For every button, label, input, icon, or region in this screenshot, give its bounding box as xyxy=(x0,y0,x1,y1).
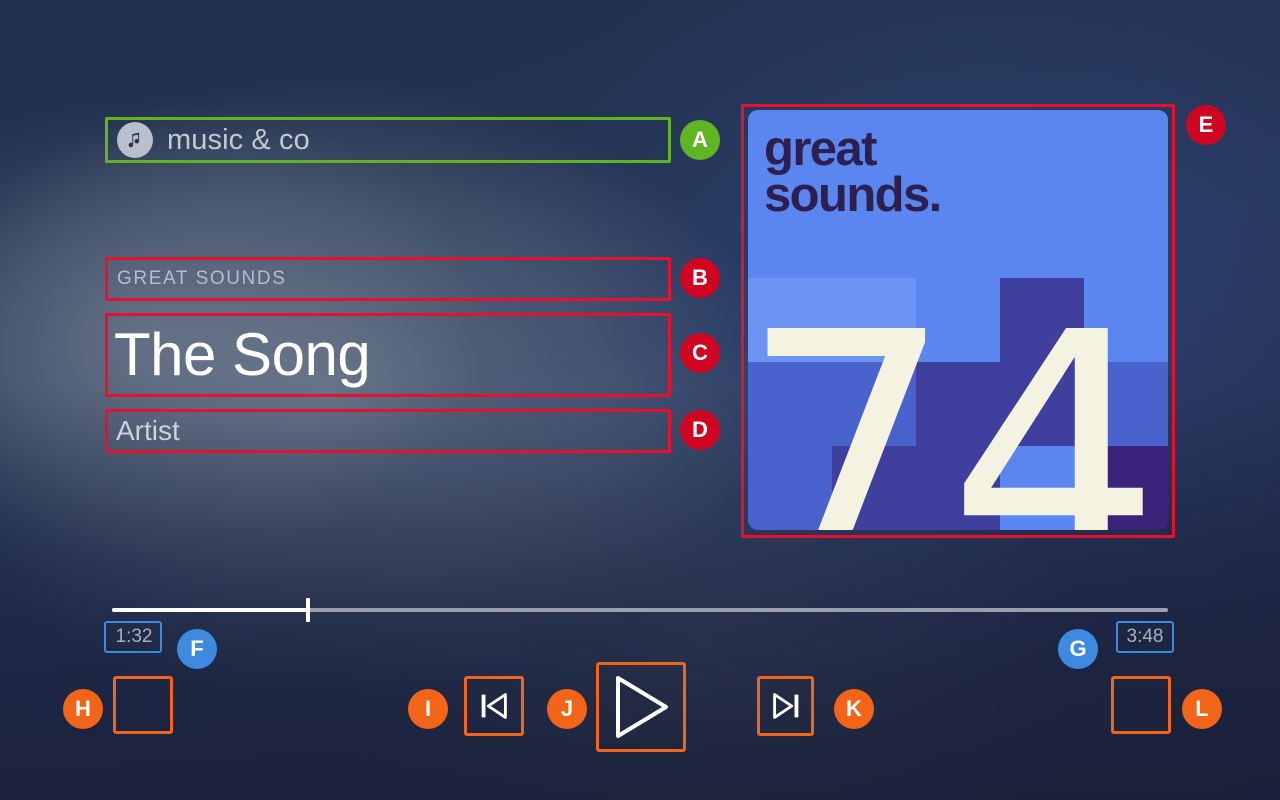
annotation-badge-b: B xyxy=(680,258,720,298)
annotation-badge-a: A xyxy=(680,120,720,160)
annotation-overlay: A BCD E F G H I J K L xyxy=(0,0,1280,800)
annotation-box-j xyxy=(596,662,686,752)
annotation-box-g xyxy=(1116,621,1174,653)
annotation-box-l xyxy=(1111,676,1171,734)
annotation-box-b xyxy=(105,257,671,301)
annotation-box-d xyxy=(105,409,671,453)
annotation-badge-f: F xyxy=(177,629,217,669)
annotation-badge-j: J xyxy=(547,689,587,729)
annotation-badge-d: D xyxy=(680,410,720,450)
annotation-box-h xyxy=(113,676,173,734)
annotation-badge-k: K xyxy=(834,689,874,729)
annotation-badge-e: E xyxy=(1186,105,1226,145)
annotation-badge-i: I xyxy=(408,689,448,729)
annotation-box-a xyxy=(105,117,671,163)
annotation-box-k xyxy=(757,676,814,736)
annotation-box-e xyxy=(741,104,1175,538)
annotation-badge-c: C xyxy=(680,333,720,373)
annotation-badge-l: L xyxy=(1182,689,1222,729)
annotation-badge-h: H xyxy=(63,689,103,729)
annotation-box-i xyxy=(464,676,524,736)
annotation-box-f xyxy=(104,621,162,653)
annotation-box-c xyxy=(105,313,671,397)
annotation-badge-g: G xyxy=(1058,629,1098,669)
